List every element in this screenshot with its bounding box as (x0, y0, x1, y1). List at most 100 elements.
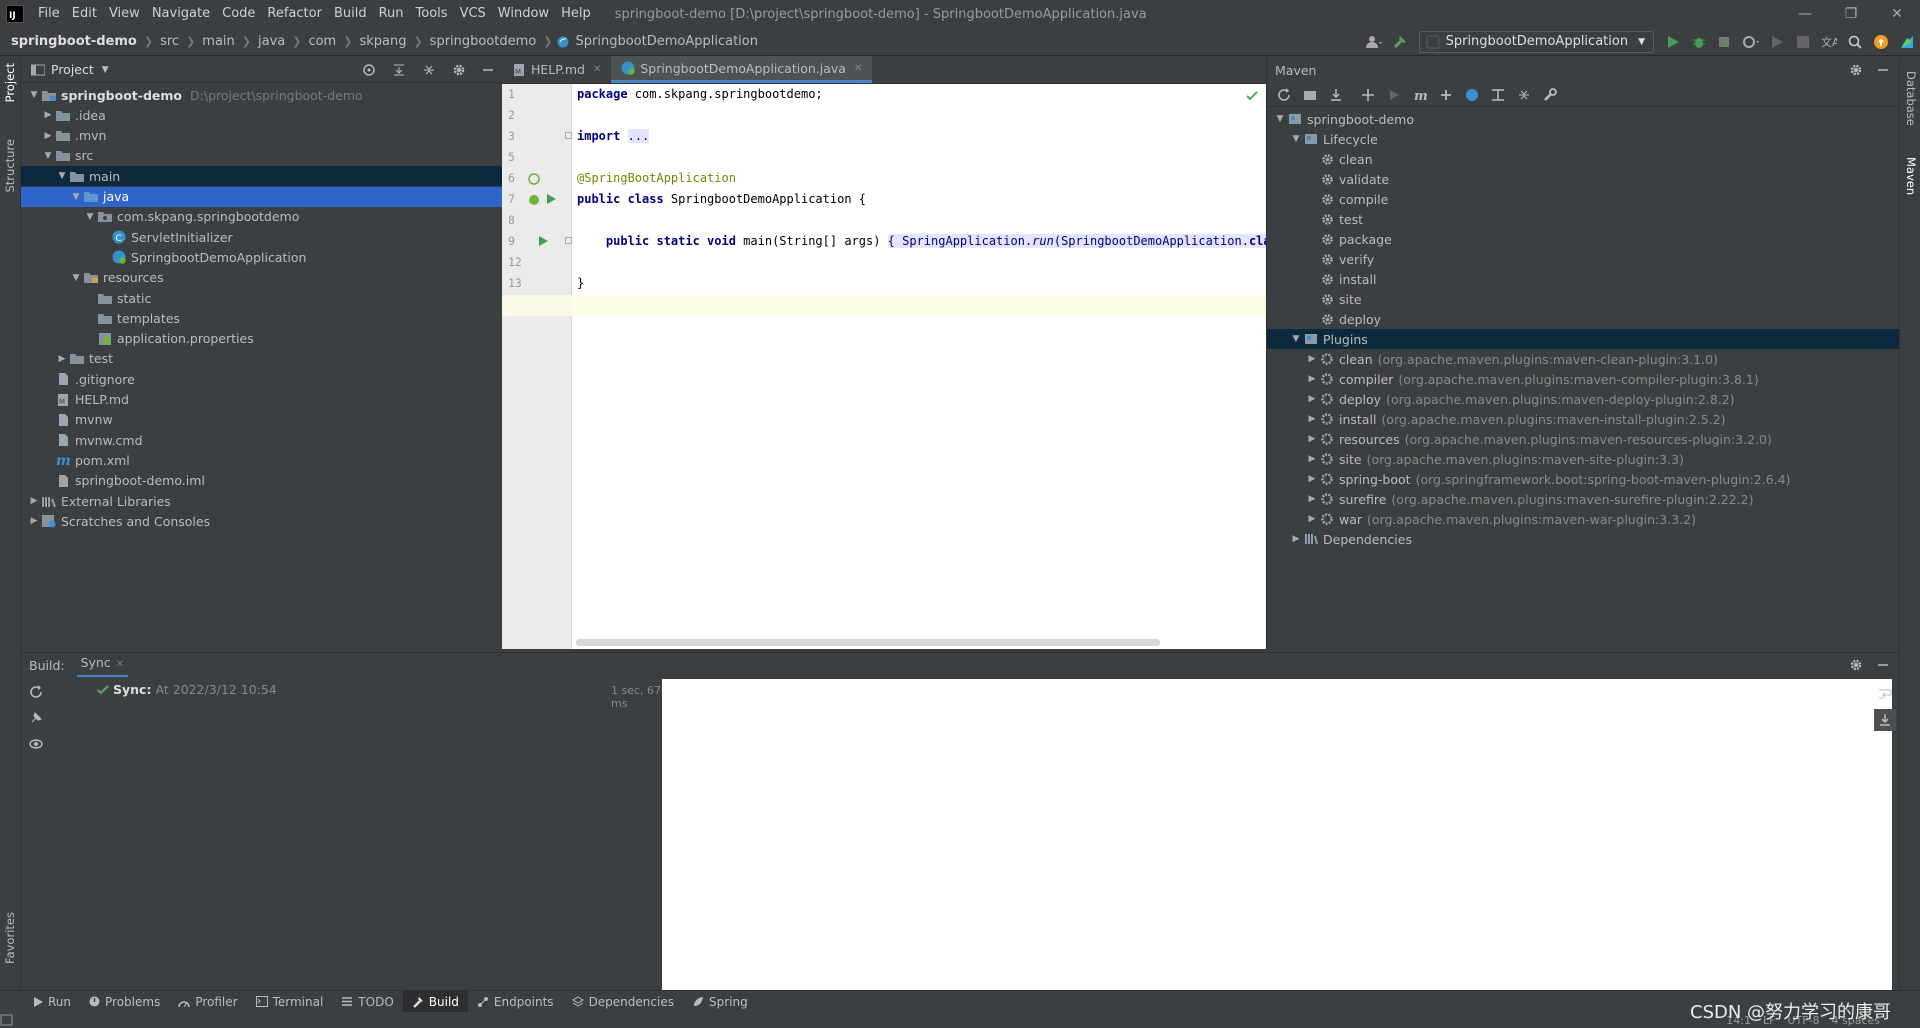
reload-folder-icon[interactable] (1297, 83, 1323, 107)
menu-item-code[interactable]: Code (216, 0, 261, 28)
project-tree-item[interactable]: ▶ .mvn (21, 126, 502, 146)
reload-icon[interactable] (1271, 83, 1297, 107)
chevron-down-icon[interactable]: ▼ (69, 273, 83, 283)
menu-item-vcs[interactable]: VCS (454, 0, 492, 28)
soft-wrap-icon[interactable] (1878, 687, 1892, 701)
breadcrumb-item[interactable]: springbootdemo (427, 34, 540, 49)
rerun-icon[interactable] (29, 685, 43, 699)
breadcrumb-item[interactable]: java (255, 34, 288, 49)
chevron-right-icon[interactable]: ▶ (1305, 354, 1319, 364)
project-tree-item[interactable]: mvnw.cmd (21, 430, 502, 450)
project-tree-item[interactable]: ▶ test (21, 349, 502, 369)
menu-item-build[interactable]: Build (328, 0, 373, 28)
menu-item-view[interactable]: View (103, 0, 146, 28)
tool-window-spring[interactable]: Spring (683, 991, 757, 1013)
spring-bean-gutter-icon[interactable] (528, 173, 540, 185)
database-tool-button[interactable]: Database (1904, 71, 1918, 126)
maven-lifecycle-goal[interactable]: verify (1319, 249, 1374, 269)
project-tree-item[interactable]: ▼ springboot-demo D:\project\springboot-de… (21, 85, 502, 105)
maven-plugin-item[interactable]: ▶ site (org.apache.maven.plugins:maven-sit… (1305, 449, 1684, 469)
tab-sync[interactable]: Sync ✕ (76, 653, 129, 677)
maven-lifecycle-goal[interactable]: site (1319, 289, 1362, 309)
run-configuration-select[interactable]: SpringbootDemoApplication ▼ (1418, 30, 1654, 53)
chevron-down-icon[interactable]: ▼ (27, 90, 41, 100)
folded-code[interactable]: ... (627, 129, 650, 143)
hide-panel-icon[interactable] (482, 64, 494, 76)
download-icon[interactable] (1323, 83, 1349, 107)
project-tree-item[interactable]: ▼ com.skpang.springbootdemo (21, 207, 502, 227)
chevron-down-icon[interactable]: ▼ (69, 192, 83, 202)
project-tree-item[interactable]: ▼ src (21, 146, 502, 166)
maven-lifecycle-goal[interactable]: package (1319, 229, 1392, 249)
tool-window-todo[interactable]: TODO (332, 991, 402, 1013)
maven-lifecycle-goal[interactable]: install (1319, 269, 1376, 289)
locate-icon[interactable] (362, 63, 376, 77)
breadcrumb-item[interactable]: skpang (356, 34, 409, 49)
chevron-down-icon[interactable]: ▼ (41, 151, 55, 161)
scroll-to-end-icon[interactable] (1874, 709, 1896, 731)
maven-plugins-item[interactable]: ▼ Plugins (1267, 329, 1899, 349)
coverage-icon[interactable] (1712, 30, 1738, 54)
project-tool-button[interactable]: Project (3, 63, 17, 102)
pin-icon[interactable] (29, 711, 43, 725)
plugin-logo-icon[interactable] (1894, 30, 1920, 54)
spring-bean-gutter-icon[interactable] (528, 194, 540, 206)
editor-tab[interactable]: SpringbootDemoApplication.java ✕ (611, 56, 873, 83)
project-tree-item[interactable]: ▼ resources (21, 268, 502, 288)
project-tree-item[interactable]: mvnw (21, 410, 502, 430)
project-tree-item[interactable]: static (21, 288, 502, 308)
run-icon[interactable] (1660, 30, 1686, 54)
breadcrumb-item[interactable]: com (305, 34, 339, 49)
close-icon[interactable]: ✕ (116, 659, 124, 670)
restore-button[interactable]: ❐ (1828, 0, 1874, 28)
maven-plugin-item[interactable]: ▶ install (org.apache.maven.plugins:maven-… (1305, 409, 1726, 429)
maven-plugin-item[interactable]: ▶ resources (org.apache.maven.plugins:mave… (1305, 429, 1772, 449)
run-gutter-icon[interactable] (546, 194, 556, 204)
project-tree-item[interactable]: springboot-demo.iml (21, 471, 502, 491)
chevron-right-icon[interactable]: ▶ (1305, 434, 1319, 444)
run-gutter-icon[interactable] (538, 236, 548, 246)
hide-panel-icon[interactable] (1877, 64, 1889, 76)
tool-window-build[interactable]: Build (402, 990, 468, 1013)
maven-goal-icon[interactable]: m (1407, 83, 1433, 107)
sync-result-row[interactable]: Sync: At 2022/3/12 10:54 (97, 682, 277, 697)
maven-tool-button[interactable]: Maven (1904, 157, 1918, 195)
maven-lifecycle-item[interactable]: ▼ Lifecycle (1289, 129, 1378, 149)
maven-plugin-item[interactable]: ▶ surefire (org.apache.maven.plugins:maven… (1305, 489, 1754, 509)
minimize-button[interactable]: — (1782, 0, 1828, 28)
expand-all-icon[interactable] (392, 63, 406, 77)
project-tree-item[interactable]: ▶ Scratches and Consoles (21, 511, 502, 531)
chevron-down-icon[interactable]: ▼ (1289, 334, 1303, 344)
maven-plugin-item[interactable]: ▶ compiler (org.apache.maven.plugins:maven… (1305, 369, 1759, 389)
menu-item-window[interactable]: Window (492, 0, 555, 28)
maven-lifecycle-goal[interactable]: clean (1319, 149, 1373, 169)
build-hammer-icon[interactable] (1387, 30, 1413, 54)
update-icon[interactable] (1868, 30, 1894, 54)
chevron-right-icon[interactable]: ▶ (1305, 454, 1319, 464)
favorites-tool-button[interactable]: Favorites (3, 912, 17, 964)
chevron-right-icon[interactable]: ▶ (27, 516, 41, 526)
horizontal-scrollbar[interactable] (576, 639, 1160, 646)
maven-plugin-item[interactable]: ▶ spring-boot (org.springframework.boot:sp… (1305, 469, 1791, 489)
fold-marker-icon[interactable] (565, 132, 572, 139)
project-tree-item[interactable]: ▶ .idea (21, 105, 502, 125)
breadcrumb-item[interactable]: src (157, 34, 182, 49)
maven-plugin-item[interactable]: ▶ war (org.apache.maven.plugins:maven-war-… (1305, 509, 1696, 529)
run-attach-icon[interactable] (1764, 30, 1790, 54)
gear-icon[interactable] (1849, 63, 1863, 77)
menu-item-refactor[interactable]: Refactor (261, 0, 328, 28)
tool-window-profiler[interactable]: Profiler (169, 991, 246, 1013)
breadcrumb-item[interactable]: main (199, 34, 237, 49)
collapse-all-icon[interactable] (1511, 83, 1537, 107)
menu-item-run[interactable]: Run (373, 0, 410, 28)
eye-icon[interactable] (29, 737, 43, 751)
user-icon[interactable] (1361, 30, 1387, 54)
skip-tests-icon[interactable] (1459, 83, 1485, 107)
project-tree-item[interactable]: ▶ External Libraries (21, 491, 502, 511)
project-tree-item[interactable]: application.properties (21, 329, 502, 349)
chevron-right-icon[interactable]: ▶ (41, 110, 55, 120)
tool-window-run[interactable]: Run (24, 991, 80, 1013)
gear-icon[interactable] (1849, 658, 1863, 672)
project-tree-item[interactable]: C ServletInitializer (21, 227, 502, 247)
maven-plugin-item[interactable]: ▶ clean (org.apache.maven.plugins:maven-cl… (1305, 349, 1718, 369)
